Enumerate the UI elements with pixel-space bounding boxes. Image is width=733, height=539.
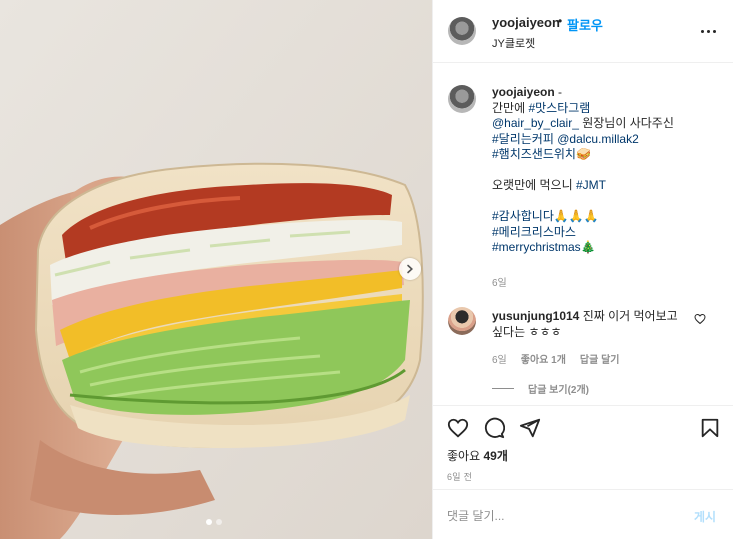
replies-divider <box>492 388 514 389</box>
avatar[interactable] <box>448 17 476 45</box>
pray-emoji: 🙏🙏🙏 <box>553 209 599 223</box>
caption-dash: - <box>558 85 563 99</box>
follow-button[interactable]: 팔로우 <box>567 15 603 34</box>
bookmark-icon[interactable] <box>699 417 721 439</box>
post-actions: 좋아요 49개 6일 전 <box>433 405 733 489</box>
post-header: yoojaiyeon • 팔로우 JY클로젯 <box>433 0 733 63</box>
hashtag-link[interactable]: #감사합니다 <box>492 209 554 223</box>
caption-timestamp: 6일 <box>492 278 507 289</box>
like-count-label: 좋아요 <box>447 449 484 463</box>
hashtag-link[interactable]: #햄치즈샌드위치 <box>492 147 576 161</box>
like-count[interactable]: 좋아요 49개 <box>447 447 508 464</box>
header-separator: • <box>558 14 563 28</box>
more-options-icon[interactable] <box>701 25 721 37</box>
mention-link[interactable]: @dalcu.millak2 <box>557 132 639 146</box>
caption-text: 원장님이 사다주신 <box>578 116 674 130</box>
hashtag-link[interactable]: #달리는커피 <box>492 132 554 146</box>
comment-likes-button[interactable]: 좋아요 1개 <box>521 351 566 366</box>
comment-input[interactable] <box>447 506 677 526</box>
carousel-indicator <box>206 519 222 525</box>
post-location[interactable]: JY클로젯 <box>492 35 535 51</box>
hashtag-link[interactable]: #merrychristmas <box>492 240 581 254</box>
tree-emoji: 🎄 <box>580 240 596 254</box>
hashtag-link[interactable]: #메리크리스마스 <box>492 225 576 239</box>
post-username[interactable]: yoojaiyeon <box>492 15 560 30</box>
comment-username[interactable]: yusunjung1014 <box>492 309 579 323</box>
comment: yusunjung1014 진짜 이거 먹어보고 싶다는 ㅎㅎㅎ <box>492 308 692 340</box>
hashtag-link[interactable]: #JMT <box>576 178 606 192</box>
comment-bar: 게시 <box>433 489 733 539</box>
comment-timestamp: 6일 <box>492 355 507 366</box>
chevron-right-icon <box>407 264 413 274</box>
post-caption: yoojaiyeon - 간만에 #맛스타그램 @hair_by_clair_ … <box>492 85 722 256</box>
carousel-next-button[interactable] <box>399 258 421 280</box>
post-side-panel: yoojaiyeon • 팔로우 JY클로젯 yoojaiyeon - 간만에 … <box>432 0 733 539</box>
carousel-dot-active <box>206 519 212 525</box>
view-replies-button[interactable]: 답글 보기(2개) <box>492 381 589 396</box>
reply-button[interactable]: 답글 달기 <box>580 351 620 366</box>
comment-icon[interactable] <box>483 417 505 439</box>
comment-meta: 6일 좋아요 1개 답글 달기 <box>492 351 620 366</box>
caption-text: 간만에 <box>492 100 529 115</box>
sandwich-emoji: 🥪 <box>575 147 591 161</box>
carousel-dot <box>216 519 222 525</box>
caption-username[interactable]: yoojaiyeon <box>492 85 555 99</box>
post-photo[interactable] <box>0 0 432 539</box>
sandwich-photo <box>0 0 432 539</box>
view-replies-label: 답글 보기(2개) <box>528 385 589 396</box>
post-comment-button[interactable]: 게시 <box>694 508 716 525</box>
share-icon[interactable] <box>519 417 541 439</box>
post-timestamp: 6일 전 <box>447 472 473 482</box>
comment-avatar[interactable] <box>448 307 476 335</box>
mention-link[interactable]: @hair_by_clair_ <box>492 116 579 130</box>
heart-icon[interactable] <box>447 417 469 439</box>
like-count-value: 49개 <box>483 449 508 463</box>
caption-avatar[interactable] <box>448 85 476 113</box>
hashtag-link[interactable]: #맛스타그램 <box>528 101 590 115</box>
caption-text: 오랫만에 먹으니 <box>492 178 576 192</box>
comment-like-icon[interactable] <box>694 313 706 325</box>
